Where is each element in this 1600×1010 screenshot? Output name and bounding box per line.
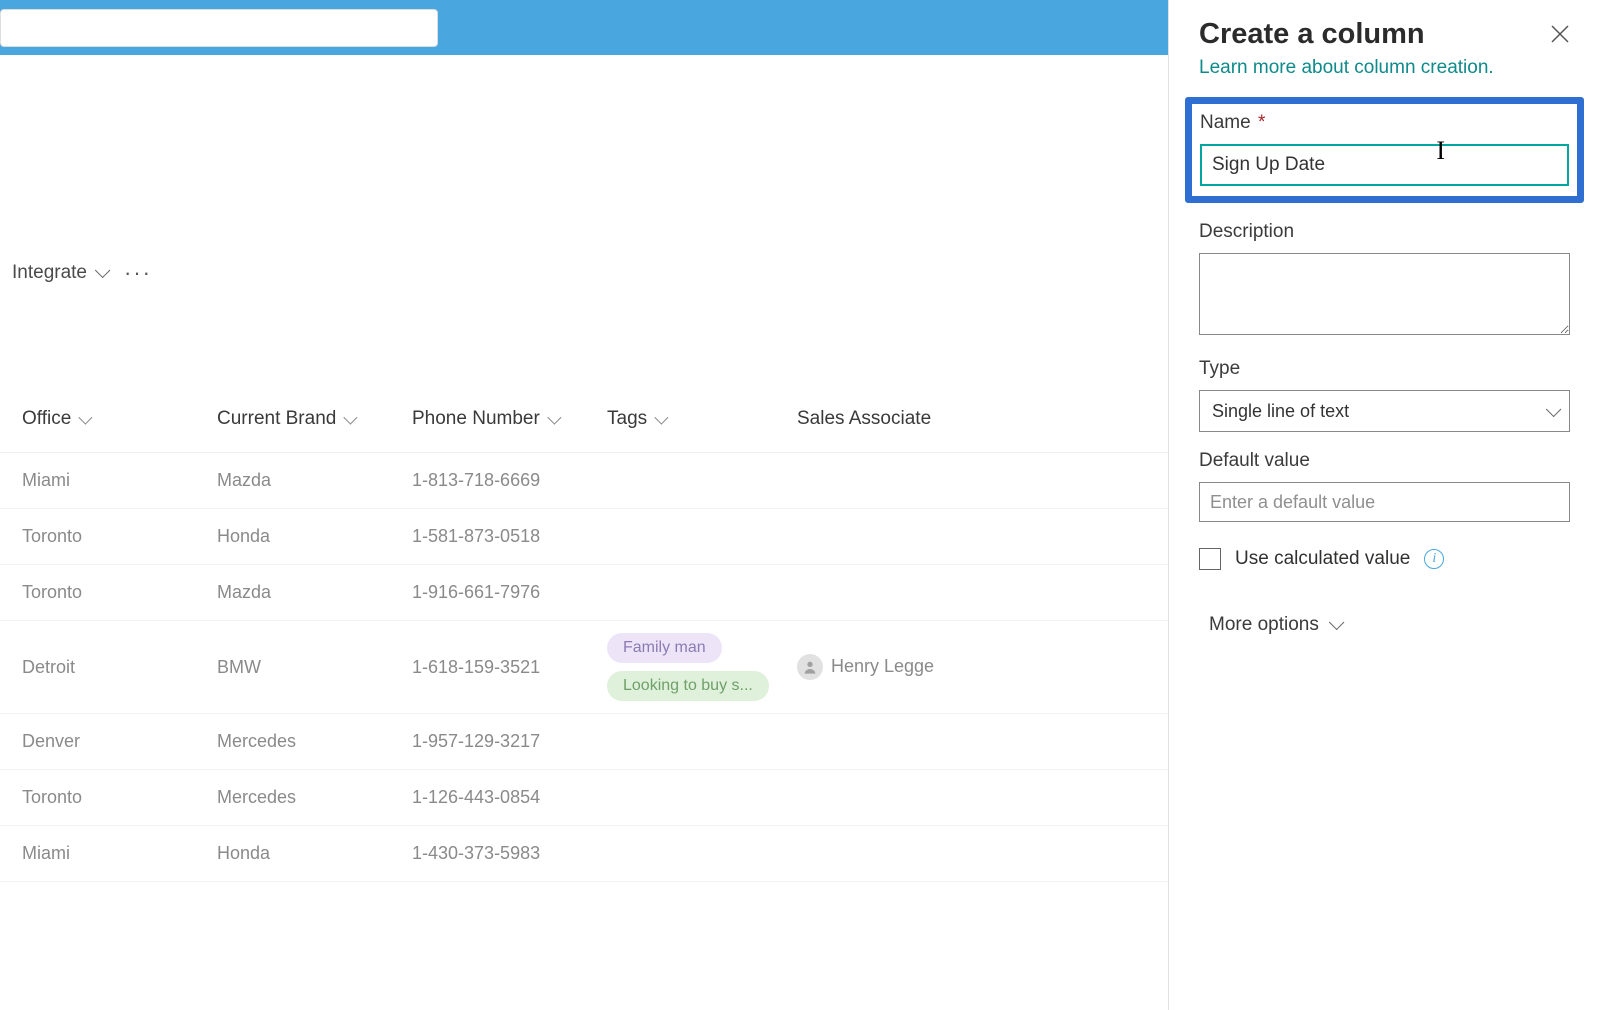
cell-office: Denver	[22, 731, 217, 752]
column-header-label: Office	[22, 408, 71, 430]
cell-phone: 1-430-373-5983	[412, 843, 607, 864]
cell-brand: Honda	[217, 843, 412, 864]
tag-pill[interactable]: Family man	[607, 633, 722, 663]
tag-pill[interactable]: Looking to buy s...	[607, 671, 769, 701]
cell-phone: 1-126-443-0854	[412, 787, 607, 808]
chevron-down-icon	[95, 262, 106, 284]
name-field-highlight: Name *	[1185, 97, 1584, 203]
sales-name: Henry Legge	[831, 656, 934, 676]
cell-office: Toronto	[22, 787, 217, 808]
close-icon	[1550, 24, 1570, 44]
type-select[interactable]: Single line of text	[1199, 390, 1570, 432]
column-header-phone[interactable]: Phone Number	[412, 408, 607, 430]
column-header-office[interactable]: Office	[22, 408, 217, 430]
more-options-toggle[interactable]: More options	[1199, 614, 1570, 636]
column-header-brand[interactable]: Current Brand	[217, 408, 412, 430]
name-label-text: Name	[1200, 112, 1251, 133]
integrate-button[interactable]: Integrate	[12, 262, 106, 284]
column-header-label: Phone Number	[412, 408, 540, 430]
cell-phone: 1-957-129-3217	[412, 731, 607, 752]
type-label: Type	[1199, 358, 1570, 380]
avatar-icon	[797, 654, 823, 680]
cell-phone: 1-813-718-6669	[412, 470, 607, 491]
learn-more-link[interactable]: Learn more about column creation.	[1199, 57, 1494, 79]
cell-phone: 1-916-661-7976	[412, 582, 607, 603]
chevron-down-icon	[344, 408, 354, 430]
cell-phone: 1-618-159-3521	[412, 657, 607, 678]
column-header-label: Sales Associate	[797, 408, 931, 430]
integrate-label: Integrate	[12, 262, 87, 284]
cell-office: Toronto	[22, 526, 217, 547]
chevron-down-icon	[548, 408, 558, 430]
close-button[interactable]	[1550, 24, 1570, 50]
calculated-value-row: Use calculated value i	[1199, 548, 1570, 570]
description-label: Description	[1199, 221, 1570, 243]
cell-brand: Mazda	[217, 582, 412, 603]
cell-office: Miami	[22, 843, 217, 864]
default-value-input[interactable]	[1199, 482, 1570, 522]
cell-brand: Mazda	[217, 470, 412, 491]
chevron-down-icon	[655, 408, 665, 430]
cell-sales: Henry Legge	[797, 654, 977, 680]
calculated-value-checkbox[interactable]	[1199, 548, 1221, 570]
cell-phone: 1-581-873-0518	[412, 526, 607, 547]
cell-brand: Mercedes	[217, 731, 412, 752]
required-indicator: *	[1253, 112, 1266, 133]
column-header-tags[interactable]: Tags	[607, 408, 797, 430]
more-options-label: More options	[1209, 614, 1319, 636]
cell-brand: BMW	[217, 657, 412, 678]
info-icon[interactable]: i	[1424, 549, 1444, 569]
type-value: Single line of text	[1212, 401, 1349, 422]
cell-office: Detroit	[22, 657, 217, 678]
cell-tags: Family man Looking to buy s...	[607, 629, 797, 705]
description-input[interactable]	[1199, 253, 1570, 335]
chevron-down-icon	[79, 408, 89, 430]
search-input[interactable]	[0, 9, 438, 47]
calculated-value-label: Use calculated value	[1235, 548, 1410, 570]
name-label: Name *	[1200, 112, 1569, 134]
column-header-label: Current Brand	[217, 408, 336, 430]
cell-office: Miami	[22, 470, 217, 491]
cell-brand: Mercedes	[217, 787, 412, 808]
cell-office: Toronto	[22, 582, 217, 603]
panel-title: Create a column	[1199, 18, 1570, 51]
chevron-down-icon	[1546, 401, 1557, 422]
column-header-label: Tags	[607, 408, 647, 430]
column-header-sales[interactable]: Sales Associate	[797, 408, 977, 430]
default-value-label: Default value	[1199, 450, 1570, 472]
name-input[interactable]	[1200, 144, 1569, 186]
create-column-panel: Create a column Learn more about column …	[1168, 0, 1600, 1010]
chevron-down-icon	[1329, 614, 1340, 636]
cell-brand: Honda	[217, 526, 412, 547]
more-actions-button[interactable]: ···	[124, 260, 152, 286]
